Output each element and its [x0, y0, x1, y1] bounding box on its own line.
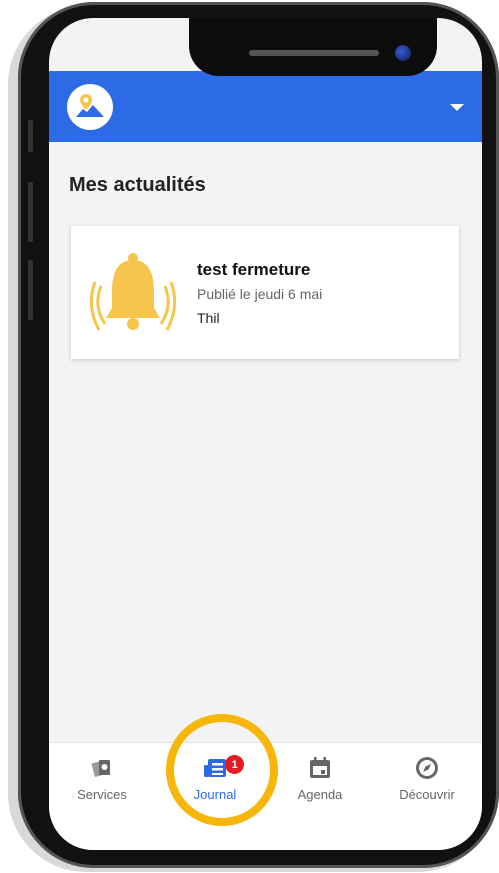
compass-icon	[382, 755, 472, 781]
phone-camera	[395, 45, 411, 61]
services-icon	[57, 755, 147, 781]
nav-item-services[interactable]: Services	[57, 755, 147, 802]
nav-label-services: Services	[77, 787, 127, 802]
nav-item-agenda[interactable]: Agenda	[275, 755, 365, 802]
phone-speaker	[249, 50, 379, 56]
caret-down-icon[interactable]	[450, 104, 464, 111]
news-card[interactable]: test fermeture Publié le jeudi 6 mai Thi…	[71, 226, 459, 359]
map-pin-mountain-icon	[76, 94, 104, 117]
news-date: Publié le jeudi 6 mai	[197, 286, 323, 302]
page-title: Mes actualités	[69, 174, 206, 196]
phone-screen: Mes actualités test fermeture Publié le …	[49, 18, 482, 850]
nav-label-decouvrir: Découvrir	[399, 787, 455, 802]
news-title: test fermeture	[197, 260, 311, 279]
phone-notch	[189, 18, 437, 76]
volume-up-button	[28, 182, 33, 242]
news-place: Thil	[197, 310, 220, 326]
app-bar	[49, 71, 482, 142]
nav-item-decouvrir[interactable]: Découvrir	[382, 755, 472, 802]
calendar-icon	[275, 755, 365, 781]
app-logo[interactable]	[67, 84, 113, 130]
mute-switch	[28, 120, 33, 152]
bell-icon	[83, 246, 183, 346]
nav-label-agenda: Agenda	[297, 787, 343, 802]
journal-highlight-ring	[166, 714, 278, 826]
volume-down-button	[28, 260, 33, 320]
